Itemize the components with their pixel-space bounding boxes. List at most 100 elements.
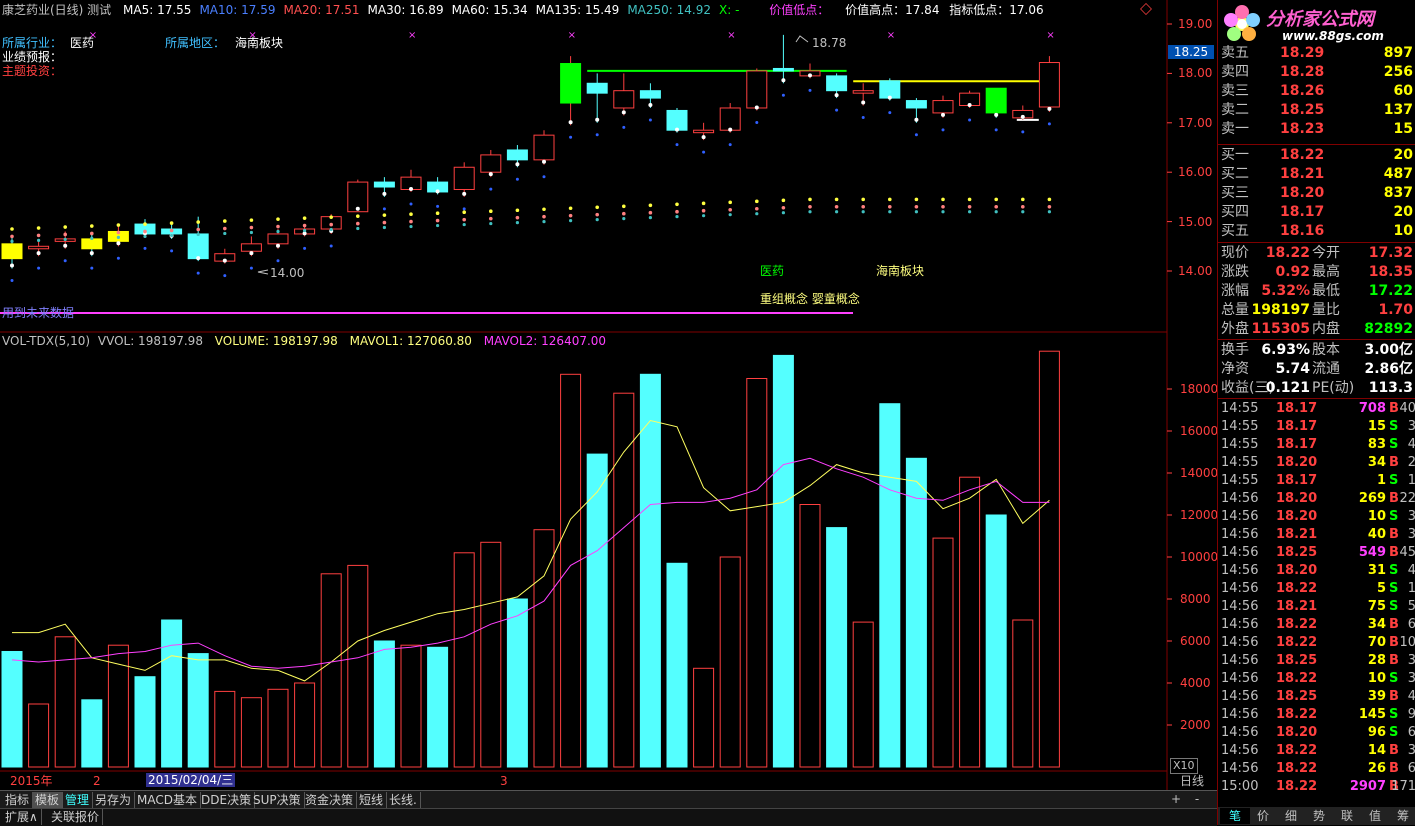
tick-price: 18.22 [1276,671,1318,686]
indicator-dot [595,117,600,122]
tick-row: 15:00 18.22 2907 B 171 [1218,778,1415,796]
buy-row[interactable]: 买五 18.16 10 [1218,222,1415,240]
sell-row[interactable]: 卖二 18.25 137 [1218,101,1415,119]
x-marker: × [408,30,416,41]
kline-chart[interactable]: × × × × × × × [0,0,1217,790]
chart-area[interactable]: × × × × × × × 康芝药业(日线) 测试 MA5: 17.55 MA10: 17.5… [0,0,1218,790]
tick-count: 5 [1407,599,1415,614]
bottom-tab[interactable]: SUP决策 [250,792,305,808]
indicator-dot [276,259,280,263]
volume-value: VOLUME: 198197.98 [214,334,338,348]
ma-dot [941,204,945,209]
tick-row: 14:56 18.22 5 S 1 [1218,580,1415,598]
ma-dot [116,235,120,240]
tick-row: 14:55 18.17 708 B 40 [1218,400,1415,418]
volume-bar [613,392,635,768]
candle-body [1,243,23,260]
side-tab[interactable]: 值 [1360,808,1390,824]
volume-indicator-name: VOL-TDX(5,10) [2,334,91,348]
bottom-tab[interactable]: 管理 [62,792,94,808]
stat-label: 现价 [1221,245,1249,261]
indicator-dot [409,202,413,206]
buy-row[interactable]: 买二 18.21 487 [1218,165,1415,183]
tick-time: 14:55 [1221,401,1259,416]
bottom-tab-2[interactable]: 扩展∧ [2,809,42,825]
bottom-tab[interactable]: DDE决策 [198,792,256,808]
ma-dot [515,208,520,213]
order-label: 买一 [1221,147,1249,163]
bottom-tab[interactable]: 资金决策 [302,792,358,808]
ma-dot [329,222,334,227]
bottom-tab[interactable]: 模板 [32,792,64,808]
buy-row[interactable]: 买三 18.20 837 [1218,184,1415,202]
side-tab[interactable]: 势 [1304,808,1334,824]
sell-row[interactable]: 卖三 18.26 60 [1218,82,1415,100]
volume-bar [267,688,289,768]
tick-price: 18.21 [1276,599,1318,614]
ma-dot [967,197,972,202]
ma-dot [382,225,386,230]
tick-side: S [1389,437,1399,452]
sell-row[interactable]: 卖五 18.29 897 [1218,44,1415,62]
price-tick: 15.00 [1178,214,1213,229]
plus-icon[interactable]: + [1171,792,1181,806]
tick-time: 14:56 [1221,581,1259,596]
candle-body [373,181,395,188]
side-tab[interactable]: 细 [1276,808,1306,824]
ma-dot [409,212,413,216]
ma-dot [914,197,919,202]
tick-count: 3 [1407,509,1415,524]
bottom-tab[interactable]: 长线. [386,792,421,808]
indicator-dot [754,105,759,110]
tick-row: 14:56 18.22 34 B 6 [1218,616,1415,634]
volume-bar [373,640,395,768]
indicator-dot [276,243,280,248]
indicator-dot [63,243,68,248]
stat-label: 换手 [1221,342,1249,358]
ma-dot [1047,197,1052,202]
side-tab[interactable]: 价 [1248,808,1278,824]
volume-unit: X10 [1170,758,1198,774]
ma-dot [702,214,706,218]
indicator-dot [808,73,812,78]
bottom-tab[interactable]: MACD基本 [134,792,201,808]
tick-price: 18.20 [1276,509,1318,524]
tick-time: 14:56 [1221,599,1259,614]
side-tab[interactable]: 笔 [1220,808,1250,824]
minus-icon[interactable]: - [1195,792,1199,806]
sell-row[interactable]: 卖一 18.23 15 [1218,120,1415,138]
bottom-tab-2[interactable]: 关联报价 [48,809,104,825]
bottom-tab[interactable]: 短线 [356,792,388,808]
buy-row[interactable]: 买四 18.17 20 [1218,203,1415,221]
tick-row: 14:56 18.20 269 B 22 [1218,490,1415,508]
tick-count: 22 [1399,491,1415,506]
order-volume: 256 [1383,64,1413,80]
sell-row[interactable]: 卖四 18.28 256 [1218,63,1415,81]
order-price: 18.21 [1280,166,1325,182]
ma-dot [781,198,786,203]
tick-time: 14:56 [1221,671,1259,686]
side-tab[interactable]: 联 [1332,808,1362,824]
stat-label: 总量 [1221,302,1249,318]
tick-side: B [1389,455,1399,470]
bottom-tab[interactable]: 另存为 [92,792,136,808]
stat-label: 净资 [1221,361,1249,377]
order-price: 18.23 [1280,121,1325,137]
price-tick: 14.00 [1178,264,1213,278]
order-price: 18.29 [1280,45,1325,61]
ma-dot [542,214,546,219]
order-price: 18.25 [1280,102,1325,118]
ma-dot [435,211,440,216]
ma-dot [409,224,413,229]
buy-row[interactable]: 买一 18.22 20 [1218,146,1415,164]
volume-bar [586,453,608,768]
volume-bar [187,653,209,768]
side-tab[interactable]: 筹 [1388,808,1415,824]
high-pointer-icon [795,35,809,43]
candle-body [932,100,954,114]
indicator-dot [409,186,413,191]
indicator-low-label: 指标低点：17.06 [949,3,1044,17]
candle-body [905,100,927,109]
bottom-tab[interactable]: 指标 [2,792,34,808]
candle-body [746,70,768,109]
